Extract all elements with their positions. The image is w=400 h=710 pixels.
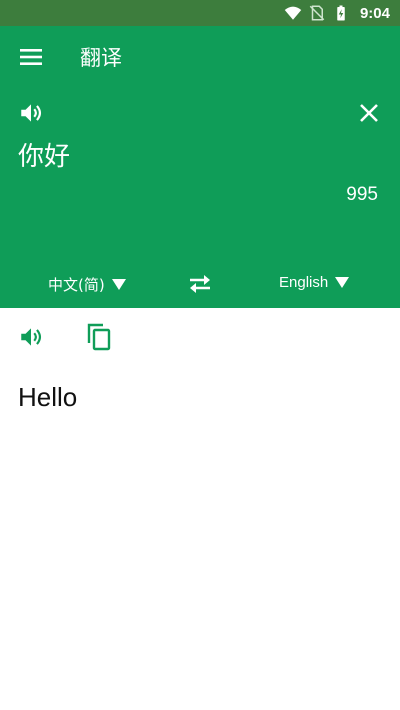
wifi-icon xyxy=(284,4,302,22)
close-icon[interactable] xyxy=(358,102,380,124)
language-bar: 中文(简) English xyxy=(0,264,400,304)
result-panel: Hello xyxy=(0,308,400,710)
status-time: 9:04 xyxy=(359,4,390,22)
volume-icon[interactable] xyxy=(18,100,44,126)
target-language-select[interactable]: English xyxy=(279,274,350,291)
battery-charging-icon xyxy=(332,4,350,22)
char-count: 995 xyxy=(346,184,378,205)
page-title: 翻译 xyxy=(80,46,122,70)
status-bar: 9:04 xyxy=(0,0,400,26)
menu-icon[interactable] xyxy=(18,46,44,68)
dropdown-arrow-icon xyxy=(111,279,126,290)
target-language-label: English xyxy=(279,274,329,291)
no-sim-icon xyxy=(308,4,326,22)
dropdown-arrow-icon xyxy=(335,277,350,288)
source-language-select[interactable]: 中文(简) xyxy=(48,274,126,295)
volume-icon[interactable] xyxy=(18,324,44,350)
translation-result: Hello xyxy=(18,382,78,412)
status-icons: 9:04 xyxy=(284,0,390,26)
source-language-label: 中文(简) xyxy=(48,276,105,294)
input-panel: 翻译 你好 995 中文(简) English xyxy=(0,26,400,308)
swap-arrows-icon[interactable] xyxy=(186,270,214,298)
copy-icon[interactable] xyxy=(86,322,112,352)
source-text-input[interactable]: 你好 xyxy=(18,136,70,173)
